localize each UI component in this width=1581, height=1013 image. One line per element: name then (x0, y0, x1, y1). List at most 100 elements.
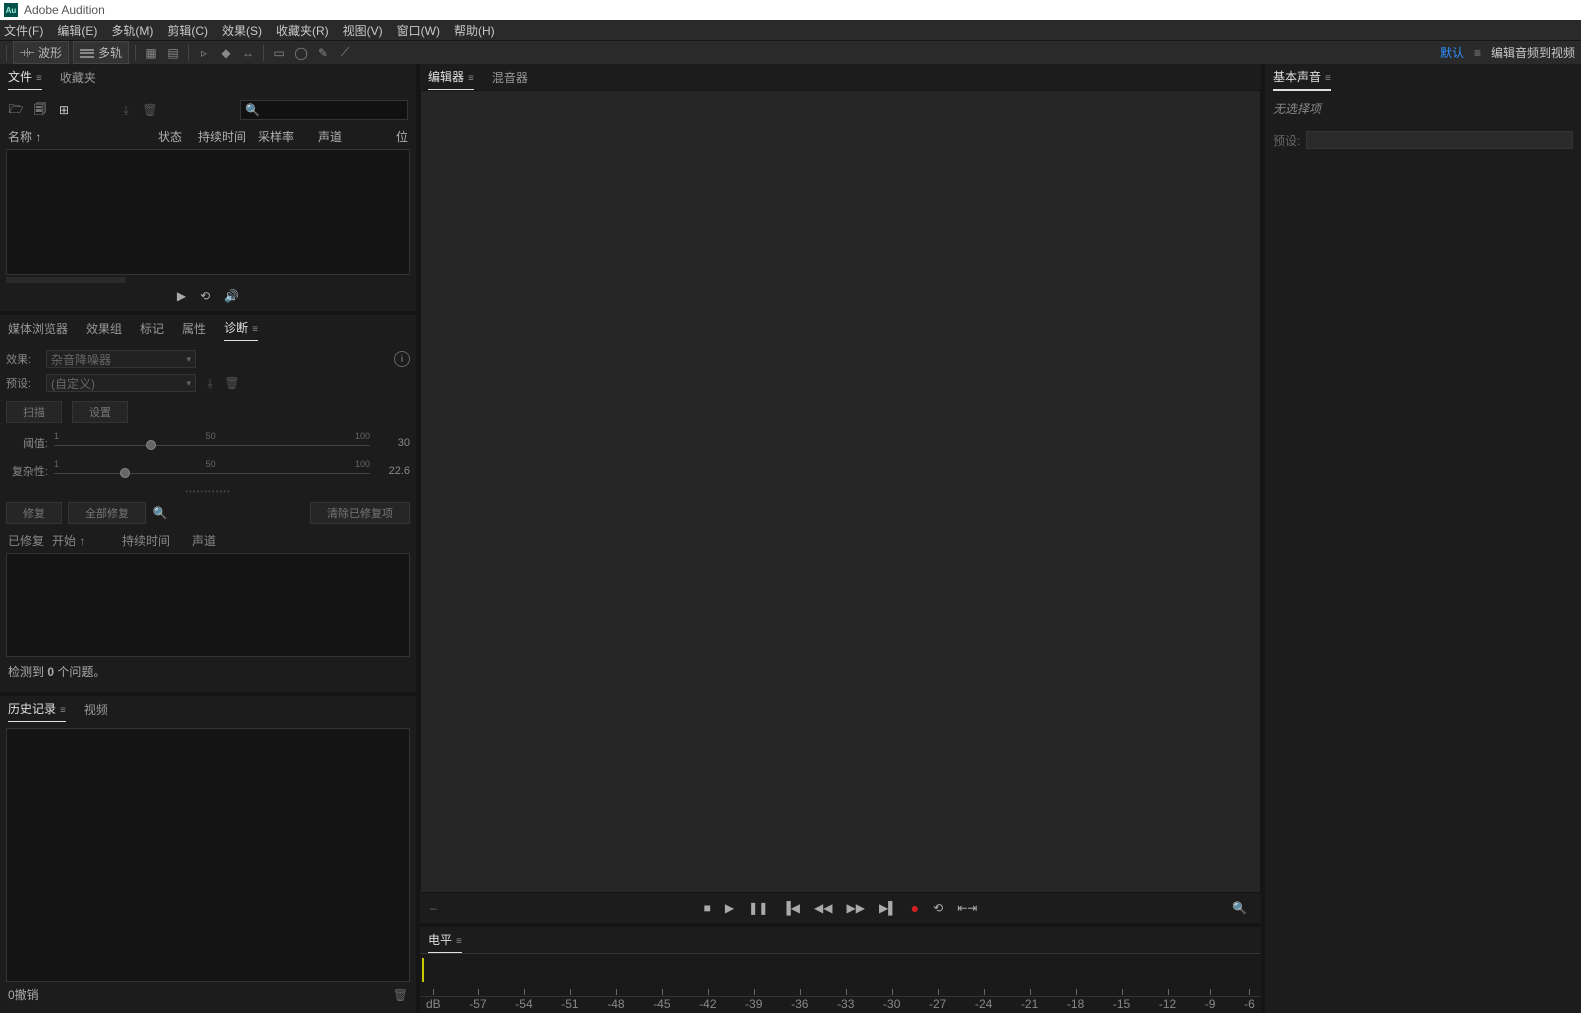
move-tool-icon[interactable]: ▹ (195, 44, 213, 62)
waveform-mode-button[interactable]: 波形 (13, 41, 69, 64)
files-list[interactable] (6, 149, 410, 275)
workspace-default[interactable]: 默认 (1440, 44, 1464, 61)
db-tick: -15 (1113, 997, 1130, 1011)
time-selection-icon[interactable]: ▭ (270, 44, 288, 62)
toolbar: 波形 多轨 ▦ ▤ ▹ ◆ ↔ ▭ ◯ ✎ ⟋ 默认 ≡ 编辑音频到视频 (0, 40, 1581, 64)
slip-tool-icon[interactable]: ↔ (239, 44, 257, 62)
tab-video[interactable]: 视频 (84, 697, 108, 722)
menu-effects[interactable]: 效果(S) (222, 22, 262, 39)
menu-help[interactable]: 帮助(H) (454, 22, 495, 39)
lasso-selection-icon[interactable]: ✎ (314, 44, 332, 62)
drag-handle[interactable]: •••••••••••• (6, 485, 410, 498)
tab-mixer[interactable]: 混音器 (492, 65, 528, 90)
db-tick: -21 (1021, 997, 1038, 1011)
razor-tool-icon[interactable]: ◆ (217, 44, 235, 62)
delete-preset-icon[interactable]: 🗑 (224, 376, 240, 390)
editor-canvas[interactable] (420, 90, 1261, 893)
loop-button[interactable]: ⟲ (933, 901, 943, 915)
menu-clip[interactable]: 剪辑(C) (167, 22, 208, 39)
spectral-frequency-icon[interactable]: ▦ (142, 44, 160, 62)
menu-view[interactable]: 视图(V) (343, 22, 383, 39)
scan-button[interactable]: 扫描 (6, 401, 62, 423)
workspace-menu-icon[interactable]: ≡ (1474, 46, 1481, 60)
clear-history-icon[interactable]: 🗑 (393, 988, 408, 1002)
db-tick: -6 (1244, 997, 1255, 1011)
clear-fixed-button[interactable]: 清除已修复项 (310, 502, 410, 524)
fast-forward-button[interactable]: ▶▶ (846, 901, 864, 915)
complexity-slider[interactable]: 复杂性: 1 50 100 22.6 (6, 457, 410, 485)
tab-diagnostics[interactable]: 诊断≡ (224, 315, 258, 342)
fix-column-headers[interactable]: 已修复 开始 ↑ 持续时间 声道 (6, 528, 410, 553)
levels-meter[interactable]: dB -57-54-51-48-45-42-39-36-33-30-27-24-… (420, 953, 1261, 1013)
tab-menu-icon[interactable]: ≡ (468, 73, 474, 84)
tab-properties[interactable]: 属性 (182, 316, 206, 341)
tab-history[interactable]: 历史记录≡ (8, 696, 66, 723)
fix-button[interactable]: 修复 (6, 502, 62, 524)
threshold-thumb[interactable] (146, 440, 156, 450)
files-loop-icon[interactable]: ⟲ (200, 289, 210, 303)
complexity-thumb[interactable] (120, 468, 130, 478)
brush-selection-icon[interactable]: ⟋ (336, 44, 354, 62)
go-to-start-button[interactable]: ▐◀ (782, 901, 800, 915)
settings-button[interactable]: 设置 (72, 401, 128, 423)
workspace-edit-audio-video[interactable]: 编辑音频到视频 (1491, 44, 1575, 61)
tab-media-browser[interactable]: 媒体浏览器 (8, 316, 68, 341)
history-list[interactable] (6, 728, 410, 982)
files-search[interactable]: 🔍 (240, 100, 408, 120)
db-tick: -36 (791, 997, 808, 1011)
preset-dropdown[interactable]: (自定义)▾ (46, 374, 196, 392)
tab-effects-rack[interactable]: 效果组 (86, 316, 122, 341)
tab-markers[interactable]: 标记 (140, 316, 164, 341)
save-preset-icon[interactable]: ⤓ (202, 376, 218, 390)
tab-menu-icon[interactable]: ≡ (252, 324, 258, 335)
tab-menu-icon[interactable]: ≡ (36, 73, 42, 84)
menu-edit[interactable]: 编辑(E) (57, 22, 97, 39)
search-fix-icon[interactable]: 🔍 (152, 506, 168, 520)
tab-menu-icon[interactable]: ≡ (1325, 73, 1331, 84)
stop-button[interactable]: ■ (704, 901, 711, 915)
multitrack-mode-button[interactable]: 多轨 (73, 41, 129, 64)
no-selection-text: 无选择项 (1265, 90, 1581, 127)
db-tick: -18 (1067, 997, 1084, 1011)
threshold-value[interactable]: 30 (376, 437, 410, 449)
pause-button[interactable]: ❚❚ (748, 901, 768, 915)
go-to-end-button[interactable]: ▶▌ (879, 901, 897, 915)
effect-dropdown[interactable]: 杂音降噪器▾ (46, 350, 196, 368)
rewind-button[interactable]: ◀◀ (814, 901, 832, 915)
tab-favorites[interactable]: 收藏夹 (60, 65, 96, 90)
record-button[interactable]: ● (911, 900, 919, 916)
files-autoplay-icon[interactable]: 🔊 (224, 289, 239, 303)
new-file-icon[interactable]: ⊞ (56, 103, 72, 117)
import-file-icon[interactable]: 🗐 (32, 103, 48, 117)
zoom-tool-icon[interactable]: 🔍 (1232, 901, 1247, 915)
waveform-icon (20, 48, 34, 58)
diagnostics-list[interactable] (6, 553, 410, 657)
spectral-pitch-icon[interactable]: ▤ (164, 44, 182, 62)
menu-file[interactable]: 文件(F) (4, 22, 43, 39)
tab-menu-icon[interactable]: ≡ (60, 705, 66, 716)
tab-essential-sound[interactable]: 基本声音≡ (1273, 64, 1331, 91)
tab-files[interactable]: 文件≡ (8, 64, 42, 91)
complexity-value[interactable]: 22.6 (376, 465, 410, 477)
open-file-icon[interactable]: 🗁 (8, 103, 24, 117)
fix-all-button[interactable]: 全部修复 (68, 502, 146, 524)
tab-levels[interactable]: 电平≡ (428, 927, 462, 954)
levels-panel: 电平≡ dB -57-54-51-48-45-42-39-36-33-30-27… (420, 927, 1261, 1013)
files-column-headers[interactable]: 名称 ↑ 状态 持续时间 采样率 声道 位 (6, 124, 410, 149)
delete-icon[interactable]: 🗑 (142, 103, 158, 117)
menu-window[interactable]: 窗口(W) (397, 22, 440, 39)
tab-menu-icon[interactable]: ≡ (456, 936, 462, 947)
menu-multitrack[interactable]: 多轨(M) (111, 22, 153, 39)
files-search-input[interactable] (260, 103, 415, 117)
info-icon[interactable]: i (394, 351, 410, 367)
menu-favorites[interactable]: 收藏夹(R) (276, 22, 329, 39)
effect-label: 效果: (6, 351, 40, 367)
tab-editor[interactable]: 编辑器≡ (428, 64, 474, 91)
skip-selection-button[interactable]: ⇤⇥ (957, 901, 977, 915)
es-preset-dropdown[interactable] (1306, 131, 1573, 149)
play-button[interactable]: ▶ (725, 901, 734, 915)
insert-icon[interactable]: ⤓ (118, 103, 134, 117)
marquee-selection-icon[interactable]: ◯ (292, 44, 310, 62)
threshold-slider[interactable]: 阈值: 1 50 100 30 (6, 429, 410, 457)
files-play-icon[interactable]: ▶ (177, 289, 186, 303)
